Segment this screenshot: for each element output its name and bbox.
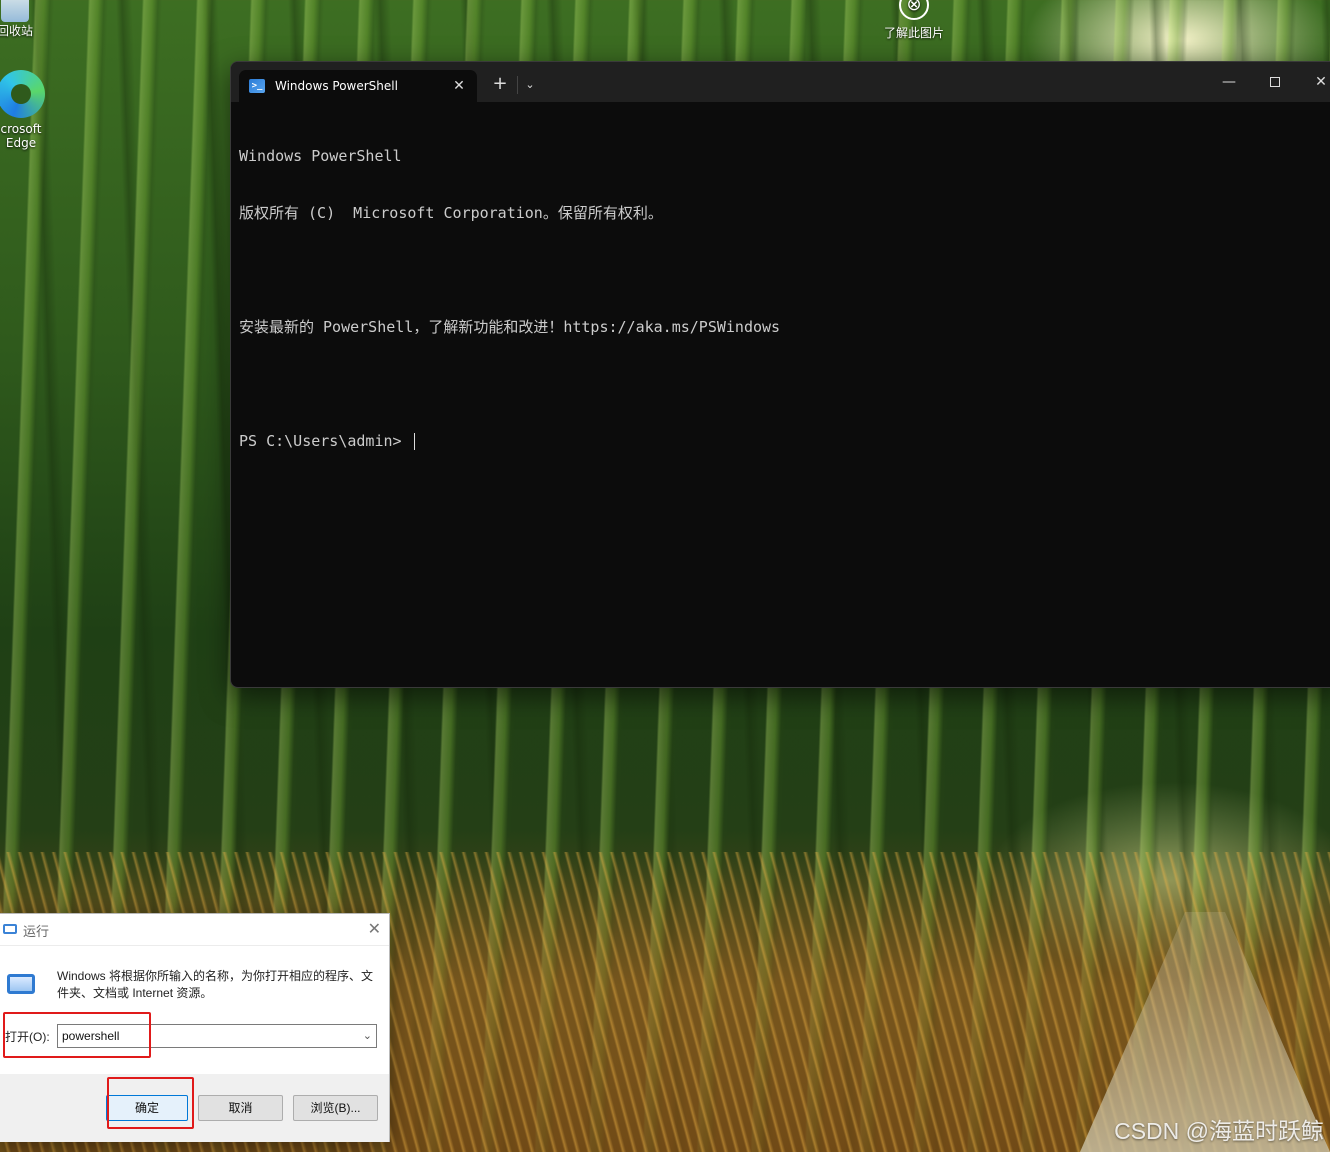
console-output[interactable]: Windows PowerShell 版权所有 (C) Microsoft Co…: [231, 102, 1330, 496]
run-footer: 确定 取消 浏览(B)...: [0, 1074, 389, 1142]
powershell-icon: >_: [249, 79, 265, 93]
csdn-watermark: CSDN @海蓝时跃鲸: [1114, 1118, 1324, 1144]
terminal-titlebar[interactable]: >_ Windows PowerShell ✕ + ⌄ — ✕: [231, 62, 1330, 102]
run-body: Windows 将根据你所输入的名称，为你打开相应的程序、文件夹、文档或 Int…: [0, 946, 389, 1074]
tab-windows-powershell[interactable]: >_ Windows PowerShell ✕: [239, 70, 477, 102]
chevron-down-icon[interactable]: ⌄: [363, 1028, 372, 1044]
recycle-bin-icon: [1, 0, 29, 22]
run-dialog[interactable]: 运行 ✕ Windows 将根据你所输入的名称，为你打开相应的程序、文件夹、文档…: [0, 913, 390, 1142]
close-window-button[interactable]: ✕: [1301, 70, 1330, 94]
run-title: 运行: [23, 924, 50, 939]
tab-close-icon[interactable]: ✕: [447, 78, 471, 94]
edge-label-line2: Edge: [5, 136, 37, 150]
desktop-icon-recycle-bin[interactable]: 回收站: [0, 0, 40, 39]
maximize-icon: [1270, 77, 1280, 87]
edge-label-line1: crosoft: [0, 122, 42, 136]
new-tab-button[interactable]: +: [489, 74, 511, 94]
text-cursor: [413, 433, 415, 450]
learn-image-label: 了解此图片: [883, 26, 944, 40]
camera-icon: ⊗: [899, 0, 929, 20]
desktop-icon-learn-image[interactable]: ⊗ 了解此图片: [872, 0, 956, 41]
run-open-label: 打开(O):: [5, 1030, 50, 1044]
run-program-icon: [7, 974, 35, 994]
console-prompt: PS C:\Users\admin>: [239, 432, 411, 450]
console-line-2: 版权所有 (C) Microsoft Corporation。保留所有权利。: [239, 204, 663, 222]
terminal-window[interactable]: >_ Windows PowerShell ✕ + ⌄ — ✕ Windows …: [230, 61, 1330, 688]
run-icon: [3, 924, 17, 934]
desktop-icon-edge[interactable]: crosoft Edge: [0, 70, 52, 150]
ok-button[interactable]: 确定: [106, 1095, 188, 1121]
edge-icon: [0, 70, 45, 118]
run-command-input[interactable]: powershell ⌄: [57, 1024, 377, 1048]
run-close-icon[interactable]: ✕: [368, 919, 381, 939]
chevron-down-icon[interactable]: ⌄: [521, 75, 539, 95]
run-command-value: powershell: [62, 1029, 120, 1043]
recycle-bin-label: 回收站: [0, 24, 33, 38]
console-line-1: Windows PowerShell: [239, 147, 402, 165]
maximize-button[interactable]: [1255, 70, 1295, 94]
run-description: Windows 将根据你所输入的名称，为你打开相应的程序、文件夹、文档或 Int…: [57, 969, 374, 1000]
browse-button[interactable]: 浏览(B)...: [293, 1095, 378, 1121]
cancel-button[interactable]: 取消: [198, 1095, 283, 1121]
minimize-button[interactable]: —: [1209, 70, 1249, 94]
run-titlebar[interactable]: 运行 ✕: [0, 914, 389, 946]
tab-title: Windows PowerShell: [275, 79, 398, 93]
console-prompt-line: PS C:\Users\admin>: [239, 432, 1330, 451]
console-line-3: 安装最新的 PowerShell，了解新功能和改进！https://aka.ms…: [239, 318, 781, 336]
tab-separator: [517, 76, 518, 94]
